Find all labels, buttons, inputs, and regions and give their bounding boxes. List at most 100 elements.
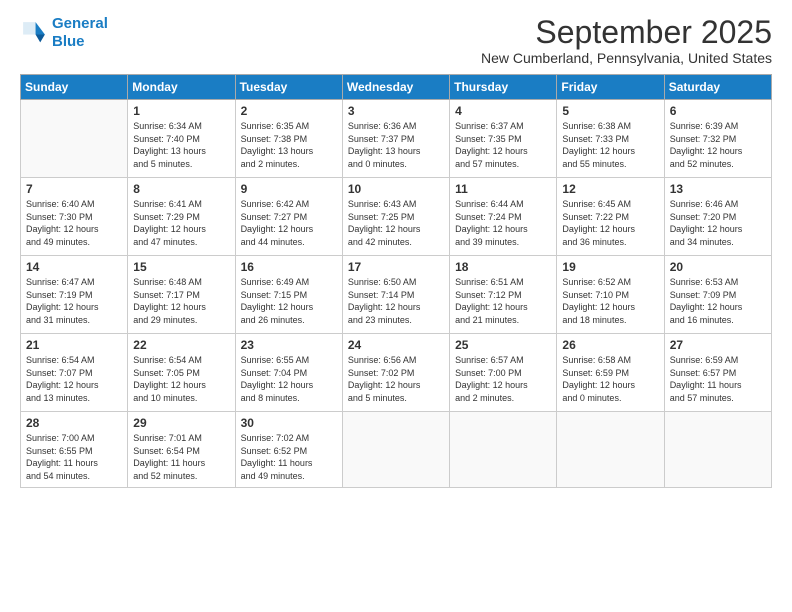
day-number: 12 (562, 182, 658, 196)
day-info: Sunrise: 6:34 AM Sunset: 7:40 PM Dayligh… (133, 120, 229, 170)
day-number: 25 (455, 338, 551, 352)
day-number: 1 (133, 104, 229, 118)
calendar-cell: 1 Sunrise: 6:34 AM Sunset: 7:40 PM Daylig… (128, 100, 235, 178)
day-info: Sunrise: 6:48 AM Sunset: 7:17 PM Dayligh… (133, 276, 229, 326)
day-number: 24 (348, 338, 444, 352)
calendar-cell: 18 Sunrise: 6:51 AM Sunset: 7:12 PM Dayli… (450, 256, 557, 334)
calendar-cell: 7Sunrise: 6:40 AM Sunset: 7:30 PM Daylig… (21, 178, 128, 256)
day-info: Sunrise: 7:01 AM Sunset: 6:54 PM Dayligh… (133, 432, 229, 482)
day-info: Sunrise: 6:45 AM Sunset: 7:22 PM Dayligh… (562, 198, 658, 248)
day-number: 21 (26, 338, 122, 352)
week-row-5: 28 Sunrise: 7:00 AM Sunset: 6:55 PM Dayli… (21, 412, 772, 487)
calendar-cell (557, 412, 664, 487)
day-info: Sunrise: 6:42 AM Sunset: 7:27 PM Dayligh… (241, 198, 337, 248)
day-number: 10 (348, 182, 444, 196)
day-number: 19 (562, 260, 658, 274)
calendar-cell: 8Sunrise: 6:41 AM Sunset: 7:29 PM Daylig… (128, 178, 235, 256)
day-info: Sunrise: 6:50 AM Sunset: 7:14 PM Dayligh… (348, 276, 444, 326)
week-row-3: 14 Sunrise: 6:47 AM Sunset: 7:19 PM Dayli… (21, 256, 772, 334)
week-row-4: 21 Sunrise: 6:54 AM Sunset: 7:07 PM Dayli… (21, 334, 772, 412)
calendar-cell: 13 Sunrise: 6:46 AM Sunset: 7:20 PM Dayli… (664, 178, 771, 256)
day-info: Sunrise: 6:39 AM Sunset: 7:32 PM Dayligh… (670, 120, 766, 170)
calendar-cell: 12 Sunrise: 6:45 AM Sunset: 7:22 PM Dayli… (557, 178, 664, 256)
calendar-cell: 22Sunrise: 6:54 AM Sunset: 7:05 PM Dayli… (128, 334, 235, 412)
day-info: Sunrise: 6:52 AM Sunset: 7:10 PM Dayligh… (562, 276, 658, 326)
day-number: 27 (670, 338, 766, 352)
day-info: Sunrise: 6:36 AM Sunset: 7:37 PM Dayligh… (348, 120, 444, 170)
page: General Blue September 2025 New Cumberla… (0, 0, 792, 612)
day-number: 16 (241, 260, 337, 274)
day-info: Sunrise: 6:38 AM Sunset: 7:33 PM Dayligh… (562, 120, 658, 170)
calendar-cell: 3Sunrise: 6:36 AM Sunset: 7:37 PM Daylig… (342, 100, 449, 178)
calendar-cell: 10Sunrise: 6:43 AM Sunset: 7:25 PM Dayli… (342, 178, 449, 256)
day-info: Sunrise: 6:54 AM Sunset: 7:07 PM Dayligh… (26, 354, 122, 404)
day-info: Sunrise: 6:59 AM Sunset: 6:57 PM Dayligh… (670, 354, 766, 404)
title-block: September 2025 New Cumberland, Pennsylva… (481, 15, 772, 66)
day-info: Sunrise: 6:54 AM Sunset: 7:05 PM Dayligh… (133, 354, 229, 404)
day-info: Sunrise: 6:47 AM Sunset: 7:19 PM Dayligh… (26, 276, 122, 326)
calendar-cell: 19 Sunrise: 6:52 AM Sunset: 7:10 PM Dayli… (557, 256, 664, 334)
day-info: Sunrise: 6:57 AM Sunset: 7:00 PM Dayligh… (455, 354, 551, 404)
calendar-cell: 15 Sunrise: 6:48 AM Sunset: 7:17 PM Dayli… (128, 256, 235, 334)
calendar-cell: 28 Sunrise: 7:00 AM Sunset: 6:55 PM Dayli… (21, 412, 128, 487)
day-number: 29 (133, 416, 229, 430)
weekday-header-friday: Friday (557, 75, 664, 100)
calendar-cell: 11 Sunrise: 6:44 AM Sunset: 7:24 PM Dayli… (450, 178, 557, 256)
weekday-header-row: SundayMondayTuesdayWednesdayThursdayFrid… (21, 75, 772, 100)
calendar-cell: 2Sunrise: 6:35 AM Sunset: 7:38 PM Daylig… (235, 100, 342, 178)
day-number: 15 (133, 260, 229, 274)
logo: General Blue (20, 15, 108, 51)
weekday-header-saturday: Saturday (664, 75, 771, 100)
day-info: Sunrise: 6:58 AM Sunset: 6:59 PM Dayligh… (562, 354, 658, 404)
day-info: Sunrise: 6:40 AM Sunset: 7:30 PM Dayligh… (26, 198, 122, 248)
calendar-cell (21, 100, 128, 178)
header: General Blue September 2025 New Cumberla… (20, 15, 772, 66)
day-number: 30 (241, 416, 337, 430)
calendar-cell: 23Sunrise: 6:55 AM Sunset: 7:04 PM Dayli… (235, 334, 342, 412)
calendar-cell: 30 Sunrise: 7:02 AM Sunset: 6:52 PM Dayli… (235, 412, 342, 487)
weekday-header-wednesday: Wednesday (342, 75, 449, 100)
day-info: Sunrise: 6:49 AM Sunset: 7:15 PM Dayligh… (241, 276, 337, 326)
day-info: Sunrise: 6:56 AM Sunset: 7:02 PM Dayligh… (348, 354, 444, 404)
calendar-cell (342, 412, 449, 487)
location-title: New Cumberland, Pennsylvania, United Sta… (481, 50, 772, 66)
logo-icon (20, 19, 48, 47)
logo-line2: Blue (52, 33, 85, 50)
day-number: 6 (670, 104, 766, 118)
day-info: Sunrise: 6:55 AM Sunset: 7:04 PM Dayligh… (241, 354, 337, 404)
day-info: Sunrise: 6:37 AM Sunset: 7:35 PM Dayligh… (455, 120, 551, 170)
month-title: September 2025 (481, 15, 772, 50)
day-number: 11 (455, 182, 551, 196)
weekday-header-thursday: Thursday (450, 75, 557, 100)
calendar-cell: 9 Sunrise: 6:42 AM Sunset: 7:27 PM Daylig… (235, 178, 342, 256)
weekday-header-tuesday: Tuesday (235, 75, 342, 100)
week-row-2: 7Sunrise: 6:40 AM Sunset: 7:30 PM Daylig… (21, 178, 772, 256)
day-number: 14 (26, 260, 122, 274)
calendar-cell: 26Sunrise: 6:58 AM Sunset: 6:59 PM Dayli… (557, 334, 664, 412)
day-number: 8 (133, 182, 229, 196)
calendar-table: SundayMondayTuesdayWednesdayThursdayFrid… (20, 74, 772, 487)
day-number: 18 (455, 260, 551, 274)
day-info: Sunrise: 6:46 AM Sunset: 7:20 PM Dayligh… (670, 198, 766, 248)
day-info: Sunrise: 6:44 AM Sunset: 7:24 PM Dayligh… (455, 198, 551, 248)
calendar-cell: 4Sunrise: 6:37 AM Sunset: 7:35 PM Daylig… (450, 100, 557, 178)
day-number: 9 (241, 182, 337, 196)
calendar-cell: 27 Sunrise: 6:59 AM Sunset: 6:57 PM Dayli… (664, 334, 771, 412)
day-info: Sunrise: 7:00 AM Sunset: 6:55 PM Dayligh… (26, 432, 122, 482)
weekday-header-sunday: Sunday (21, 75, 128, 100)
day-number: 5 (562, 104, 658, 118)
day-info: Sunrise: 7:02 AM Sunset: 6:52 PM Dayligh… (241, 432, 337, 482)
logo-line1: General (52, 15, 108, 32)
day-info: Sunrise: 6:53 AM Sunset: 7:09 PM Dayligh… (670, 276, 766, 326)
day-number: 2 (241, 104, 337, 118)
calendar-cell: 21 Sunrise: 6:54 AM Sunset: 7:07 PM Dayli… (21, 334, 128, 412)
calendar-cell: 25 Sunrise: 6:57 AM Sunset: 7:00 PM Dayli… (450, 334, 557, 412)
calendar-cell: 24 Sunrise: 6:56 AM Sunset: 7:02 PM Dayli… (342, 334, 449, 412)
day-number: 13 (670, 182, 766, 196)
day-number: 28 (26, 416, 122, 430)
weekday-header-monday: Monday (128, 75, 235, 100)
day-info: Sunrise: 6:51 AM Sunset: 7:12 PM Dayligh… (455, 276, 551, 326)
calendar-cell: 14 Sunrise: 6:47 AM Sunset: 7:19 PM Dayli… (21, 256, 128, 334)
calendar-cell: 29 Sunrise: 7:01 AM Sunset: 6:54 PM Dayli… (128, 412, 235, 487)
day-number: 17 (348, 260, 444, 274)
